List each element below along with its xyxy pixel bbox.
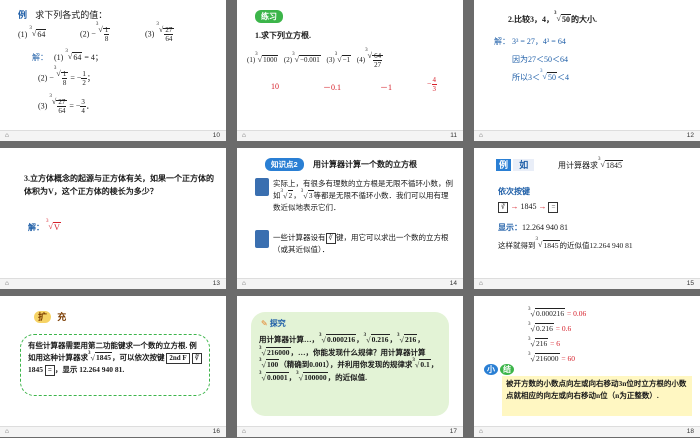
question-3: (3) 3√ 27 64	[145, 22, 175, 43]
slide-10[interactable]: 例 求下列各式的值： (1) 3√ 64 (2) −3√ 1 8 (3) 3√ 27 64…	[0, 0, 226, 141]
cube-root-key: ∛	[498, 202, 509, 213]
table-row: 3√ 216 = 6	[528, 337, 560, 349]
equals-key: =	[548, 202, 559, 213]
slide-footer: ⌂ 10	[0, 130, 226, 141]
key-sequence: ∛ → 1845 → =	[498, 202, 559, 213]
solution-label: 解：	[32, 53, 48, 62]
paragraph-2: 一些计算器设有 ∛ 键，用它可以求出一个数的立方根（或其近似值）．	[273, 233, 449, 254]
home-icon[interactable]: ⌂	[242, 132, 246, 139]
cube-answer: 解： 3√ V	[28, 219, 61, 232]
slide-16[interactable]: 扩 充 有些计算器需要用第二功能键求一个数的立方根. 例如用这种计算器求 3√ 18…	[0, 296, 226, 437]
answer-2: －0.1	[323, 83, 341, 92]
home-icon[interactable]: ⌂	[5, 428, 9, 435]
pencil-icon: ✎	[261, 319, 268, 328]
equals-key: =	[44, 365, 55, 376]
answer-3: (3) 3√ 27 64 = −3 4 ．	[38, 94, 94, 115]
slide-12[interactable]: 2.比较3，4， 3√ 50的大小. 解： 3³ = 27，4³ = 64 因为27…	[474, 0, 700, 141]
cube-question: 3.立方体概念的起源与正方体有关，如果一个正方体的体积为V，这个正方体的棱长为多…	[24, 174, 214, 196]
knowledge-heading: 用计算器计算一个数的立方根	[313, 160, 417, 169]
example-heading: 例 求下列各式的值：	[18, 10, 108, 20]
result-line: 这样就得到 3√ 1845的近似值12.264 940 81	[498, 237, 633, 250]
2ndf-key: 2nd F	[166, 353, 190, 364]
example-tag: 例 如	[496, 158, 535, 171]
question-2: (2) −3√ 1 8	[80, 22, 111, 43]
summary-tag: 小 结	[484, 364, 514, 375]
slide-15[interactable]: 例 如 用计算器求 3√ 1845 依次按键 ∛ → 1845 → = 显示：12.…	[474, 148, 700, 289]
slide-footer: ⌂ 11	[237, 130, 463, 141]
exercise-questions: (1) 3√ 1000 (2) 3√ −0.001 (3) 3√ −1 (4) 3√ 64 27	[247, 48, 384, 69]
table-row: 3√ 216000 = 60	[528, 352, 575, 364]
slide-18[interactable]: 3√ 0.000216 = 0.06 3√ 0.216 = 0.6 3√ 216 = …	[474, 296, 700, 437]
table-row: 3√ 0.000216 = 0.06	[528, 307, 587, 319]
home-icon[interactable]: ⌂	[479, 428, 483, 435]
home-icon[interactable]: ⌂	[5, 132, 9, 139]
expand-text: 有些计算器需要用第二功能键求一个数的立方根. 例如用这种计算器求 3√ 1845，可…	[28, 340, 204, 376]
answer-4: −4 3	[427, 76, 438, 93]
slide-footer: ⌂ 18	[474, 426, 700, 437]
slide-footer: ⌂ 15	[474, 278, 700, 289]
home-icon[interactable]: ⌂	[242, 428, 246, 435]
home-icon[interactable]: ⌂	[479, 280, 483, 287]
compare-question: 2.比较3，4， 3√ 50的大小.	[508, 11, 597, 24]
solution-line-3: 所以3＜ 3√ 50＜4	[512, 69, 569, 82]
step-title: 依次按键	[498, 187, 530, 196]
slide-footer: ⌂ 16	[0, 426, 226, 437]
answer-1: 10	[271, 82, 279, 91]
explore-text: 用计算器计算…， 3√ 0.000216， 3√ 0.216， 3√ 216， 3√ 21600…	[259, 333, 439, 383]
slide-13[interactable]: 3.立方体概念的起源与正方体有关，如果一个正方体的体积为V，这个正方体的棱长为多…	[0, 148, 226, 289]
answer-2: (2) −3√ 1 8 = −1 2；	[38, 66, 95, 87]
expand-tag: 扩 充	[34, 310, 66, 323]
slide-footer: ⌂ 12	[474, 130, 700, 141]
answer-3: －1	[380, 83, 392, 92]
summary-text: 被开方数的小数点向左或向右移动3n位时立方根的小数点就相应的向左或向右移动n位（…	[506, 379, 687, 400]
answer-1: (1) 3√ 64 = 4；	[54, 49, 103, 62]
slide-11[interactable]: 练习 1.求下列立方根. (1) 3√ 1000 (2) 3√ −0.001 (3) 3√…	[237, 0, 463, 141]
slide-17[interactable]: ✎ 探究 用计算器计算…， 3√ 0.000216， 3√ 0.216， 3√ 216， 3√…	[237, 296, 463, 437]
display-line: 显示：12.264 940 81	[498, 223, 568, 232]
exercise-title: 1.求下列立方根.	[255, 31, 311, 40]
calculator-icon	[255, 230, 269, 248]
slide-footer: ⌂ 13	[0, 278, 226, 289]
slide-footer: ⌂ 14	[237, 278, 463, 289]
solution-line-1: 3³ = 27，4³ = 64	[512, 37, 566, 46]
practice-badge: 练习	[255, 10, 283, 23]
example-text: 用计算器求 3√ 1845	[558, 157, 623, 170]
slide-footer: ⌂ 17	[237, 426, 463, 437]
table-row: 3√ 0.216 = 0.6	[528, 322, 572, 334]
cube-root-key: ∛	[325, 233, 336, 244]
home-icon[interactable]: ⌂	[5, 280, 9, 287]
calculator-icon	[255, 178, 269, 196]
knowledge-badge: 知识点2	[265, 158, 304, 171]
home-icon[interactable]: ⌂	[242, 280, 246, 287]
paragraph-1: 实际上，有很多有理数的立方根是无限不循环小数，例如 3√ 2， 3√ 3等都是无限不循环…	[273, 179, 453, 212]
explore-badge: ✎ 探究	[261, 319, 286, 328]
slide-14[interactable]: 知识点2 用计算器计算一个数的立方根 实际上，有很多有理数的立方根是无限不循环小…	[237, 148, 463, 289]
solution-line-2: 因为27＜50＜64	[512, 55, 568, 64]
question-1: (1) 3√ 64	[18, 26, 47, 39]
solution-label: 解：	[494, 37, 510, 46]
home-icon[interactable]: ⌂	[479, 132, 483, 139]
cube-root-table: 3√ 0.000216 = 0.06 3√ 0.216 = 0.6 3√ 216 = …	[528, 306, 586, 366]
cube-root-key: ∛	[191, 353, 203, 364]
